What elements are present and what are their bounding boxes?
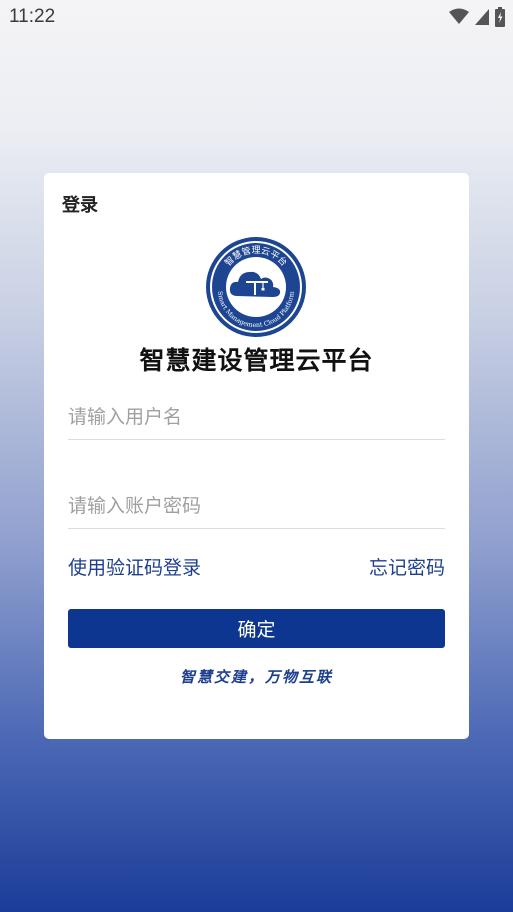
- username-input[interactable]: [68, 395, 445, 440]
- login-card: 登录 智慧管理云平台 Smart Management Cloud Platfo…: [44, 173, 469, 739]
- forgot-password-link[interactable]: 忘记密码: [369, 553, 445, 580]
- status-time: 11:22: [9, 6, 56, 27]
- password-input[interactable]: [68, 484, 445, 529]
- battery-icon: [495, 7, 505, 31]
- slogan: 智慧交建，万物互联: [179, 668, 333, 686]
- status-bar: 11:22: [0, 0, 513, 36]
- app-name: 智慧建设管理云平台: [139, 346, 374, 375]
- platform-logo: 智慧管理云平台 Smart Management Cloud Platform: [205, 236, 307, 338]
- sms-login-link[interactable]: 使用验证码登录: [68, 553, 201, 580]
- wifi-icon: [449, 8, 469, 30]
- confirm-button[interactable]: 确定: [68, 609, 445, 648]
- status-icons: [449, 7, 505, 31]
- cellular-signal-icon: [474, 8, 490, 30]
- login-title: 登录: [62, 195, 98, 216]
